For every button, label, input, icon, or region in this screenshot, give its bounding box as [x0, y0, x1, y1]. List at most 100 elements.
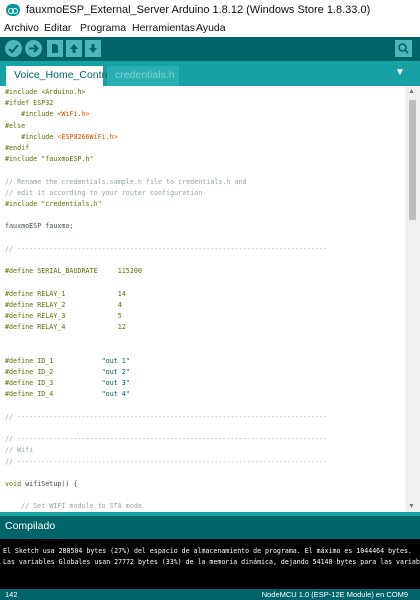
code-line: #define RELAY_2 4: [5, 300, 122, 311]
code-token: wifiSetup() {: [21, 480, 78, 488]
code-token: "out 1": [101, 356, 130, 365]
status-bar: 142 NodeMCU 1.0 (ESP-12E Module) en COM9: [0, 589, 420, 600]
code-line: // -------------------------------------…: [5, 412, 327, 423]
code-line: #endif: [5, 143, 29, 154]
menu-ayuda[interactable]: Ayuda: [196, 22, 226, 34]
tab-voice-home-control[interactable]: Voice_Home_Control: [6, 66, 113, 86]
code-line: // -------------------------------------…: [5, 434, 327, 445]
code-token: // -------------------------------------…: [5, 435, 328, 444]
code-line: fauxmoESP fauxmo;: [5, 221, 73, 232]
code-line: #define ID_2 "out 2": [5, 367, 130, 378]
new-sketch-button[interactable]: [47, 40, 63, 57]
code-token: #define ID_3: [5, 379, 102, 388]
code-token: #else: [5, 121, 26, 130]
code-line: #define ID_4 "out 4": [5, 389, 130, 400]
code-line: #define ID_3 "out 3": [5, 378, 130, 389]
tab-menu-button[interactable]: ▼: [392, 65, 408, 81]
code-line: #include <Arduino.h>: [5, 87, 86, 98]
open-sketch-button[interactable]: [66, 40, 82, 57]
code-line: #define RELAY_3 5: [5, 311, 122, 322]
code-token: "out 3": [101, 379, 130, 388]
code-token: #define ID_4: [5, 390, 102, 399]
scroll-down-icon[interactable]: ▼: [408, 503, 415, 510]
code-line: #include "credentials.h": [5, 199, 102, 210]
code-token: // edit it according to your router conf…: [5, 188, 203, 197]
code-token: #define RELAY_1 14: [5, 289, 126, 298]
up-arrow-icon: [70, 44, 78, 53]
code-token: #include: [5, 132, 58, 141]
code-token: #include <Arduino.h>: [5, 88, 86, 96]
code-token: "out 2": [101, 368, 130, 376]
code-line: // -------------------------------------…: [5, 244, 327, 255]
code-token: #define RELAY_2 4: [5, 300, 122, 309]
checkmark-icon: [8, 44, 19, 54]
tab-bar: Voice_Home_Control credentials.h ▼: [0, 61, 420, 86]
tab-credentials[interactable]: credentials.h: [107, 66, 179, 86]
code-editor[interactable]: #include <Arduino.h> #ifdef ESP32 #includ…: [0, 86, 405, 512]
code-line: #include <ESP8266WiFi.h>: [5, 132, 118, 143]
code-token: // Wifi: [5, 446, 34, 455]
menu-archivo[interactable]: Archivo: [4, 22, 39, 34]
code-token: #include: [5, 110, 58, 119]
code-line: // Rename the credentials.sample.h file …: [5, 177, 247, 188]
code-line: #else: [5, 121, 25, 132]
code-token: #include "fauxmoESP.h": [5, 155, 94, 164]
menu-herramientas[interactable]: Herramientas: [132, 22, 195, 34]
code-token: // -------------------------------------…: [5, 457, 328, 466]
code-token: void: [5, 480, 22, 488]
code-token: <ESP8266WiFi.h>: [57, 132, 118, 141]
code-line: void wifiSetup() {: [5, 479, 77, 490]
code-token: <WiFi.h>: [57, 110, 90, 119]
code-line: #include <WiFi.h>: [5, 109, 90, 120]
upload-button[interactable]: [25, 40, 42, 57]
code-token: #define RELAY_3 5: [5, 312, 122, 320]
verify-button[interactable]: [5, 40, 22, 57]
code-line: #define RELAY_1 14: [5, 289, 126, 300]
menu-programa[interactable]: Programa: [80, 22, 126, 34]
code-token: #ifdef ESP32: [5, 99, 54, 108]
board-port: NodeMCU 1.0 (ESP-12E Module) en COM9: [261, 590, 408, 599]
code-token: // Rename the credentials.sample.h file …: [5, 177, 247, 186]
code-token: #endif: [5, 144, 30, 152]
code-token: #define ID_2: [5, 368, 102, 376]
editor-scrollbar[interactable]: ▲ ▼: [405, 86, 420, 512]
triangle-down-icon: ▼: [395, 67, 405, 78]
window-title: fauxmoESP_External_Server Arduino 1.8.12…: [26, 4, 371, 16]
scrollbar-thumb[interactable]: [409, 100, 416, 220]
arduino-logo-icon: [6, 4, 20, 16]
code-line: #define RELAY_4 12: [5, 322, 126, 333]
code-line: #ifdef ESP32: [5, 98, 53, 109]
toolbar: [0, 37, 420, 61]
new-file-icon: [52, 44, 58, 53]
line-number: 142: [5, 590, 18, 599]
code-token: fauxmoESP fauxmo;: [5, 222, 74, 231]
console-line: Las variables Globales usan 27772 bytes …: [3, 558, 420, 566]
serial-monitor-button[interactable]: [395, 40, 412, 57]
code-line: // -------------------------------------…: [5, 457, 327, 468]
console-header: Compilado: [0, 516, 420, 539]
code-token: // -------------------------------------…: [5, 244, 328, 253]
scroll-up-icon[interactable]: ▲: [408, 88, 415, 95]
save-sketch-button[interactable]: [85, 40, 101, 57]
code-token: #define ID_1: [5, 356, 102, 365]
code-token: // Set WIFI module to STA mode: [5, 502, 142, 511]
code-token: #define SERIAL_BAUDRATE 115200: [5, 267, 142, 276]
code-line: #include "fauxmoESP.h": [5, 154, 94, 165]
console-status-label: Compilado: [5, 520, 56, 532]
code-line: #define SERIAL_BAUDRATE 115200: [5, 266, 142, 277]
console-output: El Sketch usa 288504 bytes (27%) del esp…: [0, 539, 420, 589]
magnifier-icon: [398, 43, 409, 54]
code-line: #define ID_1 "out 1": [5, 356, 130, 367]
code-line: // edit it according to your router conf…: [5, 188, 202, 199]
code-token: #include "credentials.h": [5, 200, 102, 208]
menu-bar: Archivo Editar Programa Herramientas Ayu…: [0, 21, 420, 37]
code-line: // Wifi: [5, 445, 33, 456]
title-bar: fauxmoESP_External_Server Arduino 1.8.12…: [0, 0, 420, 21]
code-line: // Set WIFI module to STA mode: [5, 501, 142, 512]
code-token: // -------------------------------------…: [5, 412, 328, 421]
menu-editar[interactable]: Editar: [44, 22, 71, 34]
code-token: "out 4": [101, 390, 130, 399]
console-line: El Sketch usa 288504 bytes (27%) del esp…: [3, 547, 412, 555]
code-token: #define RELAY_4 12: [5, 323, 126, 332]
down-arrow-icon: [89, 44, 97, 53]
